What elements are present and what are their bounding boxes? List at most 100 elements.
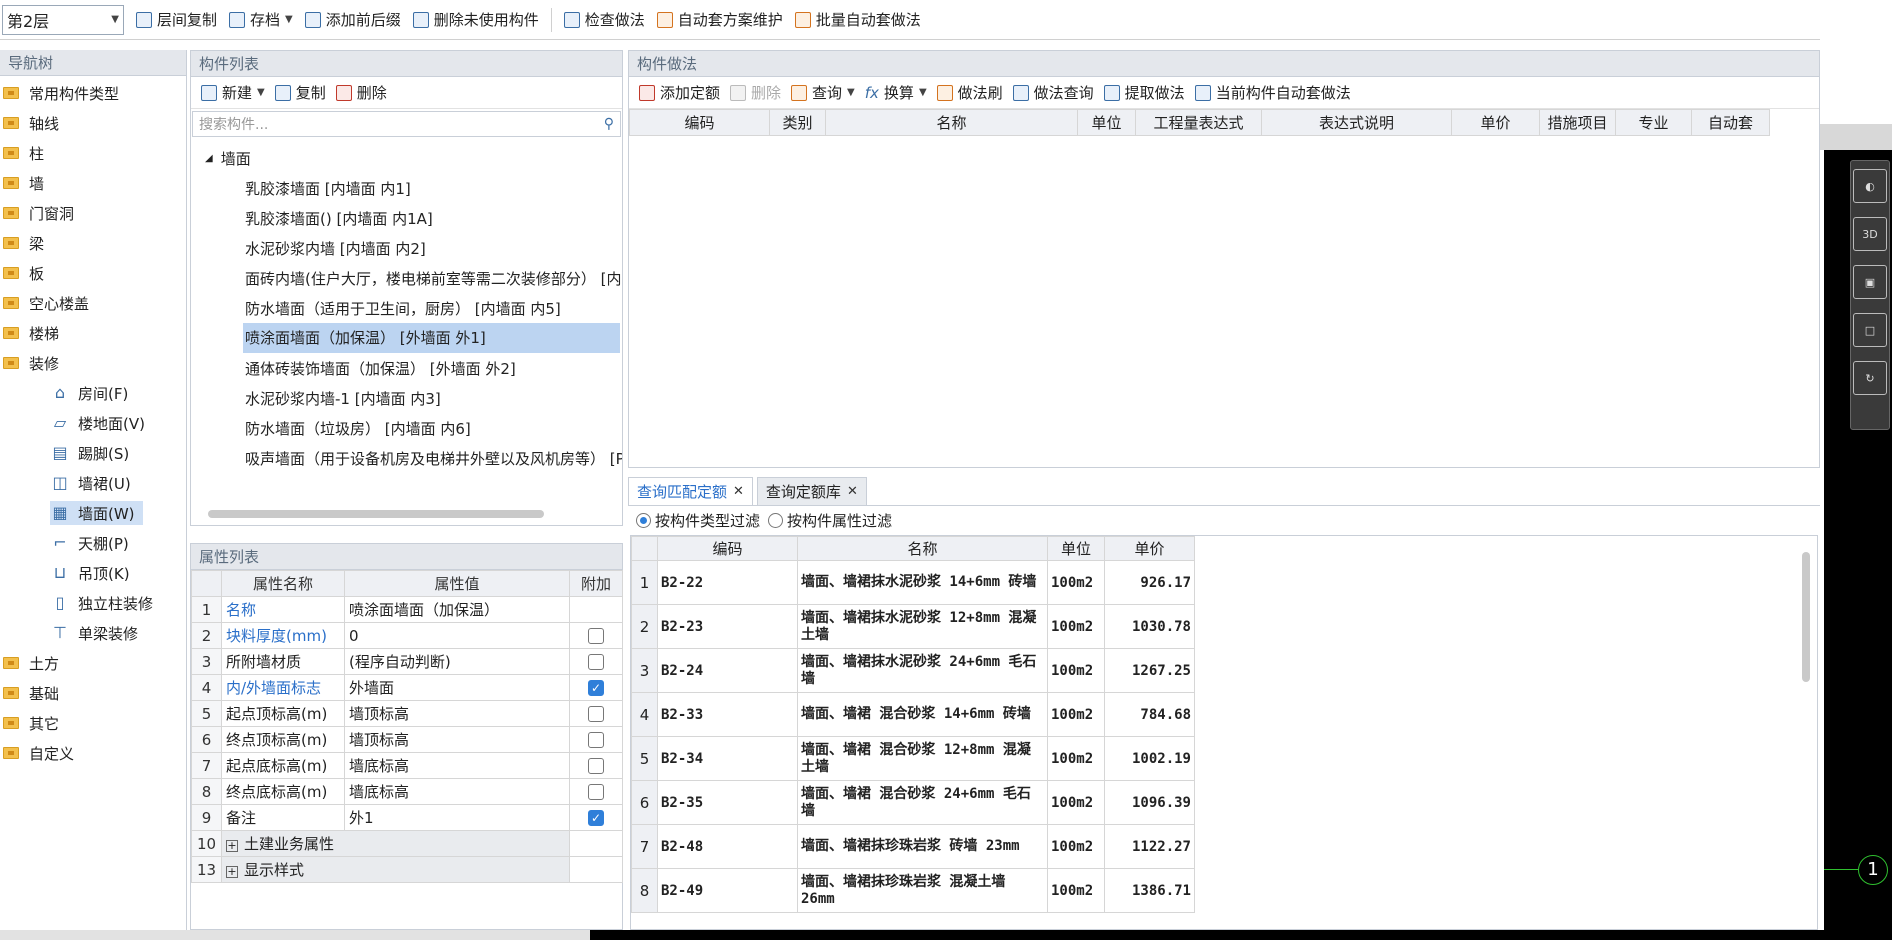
column-header-unit[interactable]: 单位 bbox=[1077, 109, 1136, 136]
tree-item-selected[interactable]: 喷涂面墙面（加保温） [外墙面 外1] bbox=[191, 323, 622, 353]
cube-view-icon[interactable]: ▣ bbox=[1853, 265, 1887, 299]
column-header-auto[interactable]: 自动套 bbox=[1691, 109, 1770, 136]
box-view-icon[interactable]: □ bbox=[1853, 313, 1887, 347]
property-row[interactable]: 9 备注 外1 ✓ bbox=[191, 804, 623, 831]
property-value[interactable]: 墙顶标高 bbox=[344, 726, 570, 753]
nav-item-column-decoration[interactable]: ▯ 独立柱装修 bbox=[0, 588, 186, 618]
column-header-specialty[interactable]: 专业 bbox=[1615, 109, 1692, 136]
query-button[interactable]: 查询 ▼ bbox=[791, 82, 855, 103]
property-value[interactable]: 墙顶标高 bbox=[344, 700, 570, 727]
collapse-icon[interactable]: ◢ bbox=[205, 153, 213, 164]
tab-match-quota[interactable]: 查询匹配定额 ✕ bbox=[628, 477, 753, 505]
nav-item-slab[interactable]: 板 bbox=[0, 258, 186, 288]
column-header-code[interactable]: 编码 bbox=[657, 536, 798, 561]
property-value[interactable]: 外1 bbox=[344, 804, 570, 831]
property-row[interactable]: 1 名称 喷涂面墙面（加保温） bbox=[191, 596, 623, 623]
property-row[interactable]: 4 内/外墙面标志 外墙面 ✓ bbox=[191, 674, 623, 701]
nav-item-column[interactable]: 柱 bbox=[0, 138, 186, 168]
table-row[interactable]: 3 B2-24 墙面、墙裙抹水泥砂浆 24+6mm 毛石墙 100m2 1267.25 bbox=[631, 648, 1195, 693]
copy-button[interactable]: 复制 bbox=[274, 82, 326, 103]
filter-by-type-label[interactable]: 按构件类型过滤 bbox=[655, 510, 760, 531]
nav-item-wall-surface[interactable]: ▦ 墙面(W) bbox=[0, 498, 186, 528]
close-icon[interactable]: ✕ bbox=[847, 478, 858, 506]
table-row[interactable]: 6 B2-35 墙面、墙裙 混合砂浆 24+6mm 毛石墙 100m2 1096.39 bbox=[631, 780, 1195, 825]
column-header-expression-desc[interactable]: 表达式说明 bbox=[1261, 109, 1452, 136]
property-group-row[interactable]: 13 + 显示样式 bbox=[191, 856, 623, 883]
nav-item-other[interactable]: 其它 bbox=[0, 708, 186, 738]
auto-apply-method-button[interactable]: 当前构件自动套做法 bbox=[1194, 82, 1351, 103]
search-icon[interactable]: ⚲ bbox=[604, 116, 614, 132]
nav-item-axis[interactable]: 轴线 bbox=[0, 108, 186, 138]
column-header-unit[interactable]: 单位 bbox=[1047, 536, 1105, 561]
extra-checkbox[interactable] bbox=[588, 732, 604, 748]
column-header-code[interactable]: 编码 bbox=[629, 109, 770, 136]
property-value[interactable]: 墙底标高 bbox=[344, 778, 570, 805]
column-header-price[interactable]: 单价 bbox=[1451, 109, 1540, 136]
column-header-name[interactable]: 名称 bbox=[797, 536, 1048, 561]
property-group-row[interactable]: 10 + 土建业务属性 bbox=[191, 830, 623, 857]
table-row[interactable]: 8 B2-49 墙面、墙裙抹珍珠岩浆 混凝土墙 26mm 100m2 1386.71 bbox=[631, 868, 1195, 913]
extra-checkbox-checked[interactable]: ✓ bbox=[588, 680, 604, 696]
nav-item-floor-surface[interactable]: ▱ 楼地面(V) bbox=[0, 408, 186, 438]
filter-by-property-radio[interactable] bbox=[768, 512, 784, 528]
extra-checkbox-checked[interactable]: ✓ bbox=[588, 810, 604, 826]
tree-item[interactable]: 水泥砂浆内墙 [内墙面 内2] bbox=[191, 233, 622, 263]
delete-button[interactable]: 删除 bbox=[335, 82, 387, 103]
property-row[interactable]: 6 终点顶标高(m) 墙顶标高 bbox=[191, 726, 623, 753]
tree-item[interactable]: 防水墙面（适用于卫生间，厨房） [内墙面 内5] bbox=[191, 293, 622, 323]
nav-item-beam-decoration[interactable]: ⊤ 单梁装修 bbox=[0, 618, 186, 648]
nav-item-foundation[interactable]: 基础 bbox=[0, 678, 186, 708]
component-search-input[interactable]: 搜索构件... ⚲ bbox=[192, 111, 621, 137]
extra-checkbox[interactable] bbox=[588, 758, 604, 774]
delete-unused-button[interactable]: 删除未使用构件 bbox=[412, 9, 539, 30]
property-value[interactable]: 外墙面 bbox=[344, 674, 570, 701]
close-icon[interactable]: ✕ bbox=[733, 478, 744, 506]
method-query-button[interactable]: 做法查询 bbox=[1012, 82, 1094, 103]
column-header-measure[interactable]: 措施项目 bbox=[1539, 109, 1616, 136]
nav-item-earthwork[interactable]: 土方 bbox=[0, 648, 186, 678]
tree-item[interactable]: 面砖内墙(住户大厅，楼电梯前室等需二次装修部分） [内 bbox=[191, 263, 622, 293]
archive-button[interactable]: 存档 ▼ bbox=[229, 9, 293, 30]
new-button[interactable]: 新建 ▼ bbox=[201, 82, 265, 103]
tree-item[interactable]: 乳胶漆墙面() [内墙面 内1A] bbox=[191, 203, 622, 233]
expand-icon[interactable]: + bbox=[226, 866, 238, 878]
expand-icon[interactable]: + bbox=[226, 840, 238, 852]
nav-item-dado[interactable]: ◫ 墙裙(U) bbox=[0, 468, 186, 498]
auto-scheme-button[interactable]: 自动套方案维护 bbox=[656, 9, 783, 30]
nav-item-beam[interactable]: 梁 bbox=[0, 228, 186, 258]
copy-between-floors-button[interactable]: 层间复制 bbox=[136, 9, 217, 30]
table-row[interactable]: 7 B2-48 墙面、墙裙抹珍珠岩浆 砖墙 23mm 100m2 1122.27 bbox=[631, 824, 1195, 869]
table-row[interactable]: 2 B2-23 墙面、墙裙抹水泥砂浆 12+8mm 混凝土墙 100m2 1030.78 bbox=[631, 604, 1195, 649]
tree-item[interactable]: 乳胶漆墙面 [内墙面 内1] bbox=[191, 173, 622, 203]
orbit-icon[interactable]: ◐ bbox=[1853, 169, 1887, 203]
filter-by-property-label[interactable]: 按构件属性过滤 bbox=[787, 510, 892, 531]
nav-item-hollow-floor[interactable]: 空心楼盖 bbox=[0, 288, 186, 318]
floor-select[interactable]: 第2层 ▼ bbox=[2, 4, 124, 35]
nav-item-suspended-ceiling[interactable]: ⊔ 吊顶(K) bbox=[0, 558, 186, 588]
add-quota-button[interactable]: 添加定额 bbox=[639, 82, 720, 103]
extra-checkbox[interactable] bbox=[588, 654, 604, 670]
extract-method-button[interactable]: 提取做法 bbox=[1103, 82, 1185, 103]
horizontal-scrollbar[interactable] bbox=[208, 510, 544, 518]
tree-item[interactable]: 防水墙面（垃圾房） [内墙面 内6] bbox=[191, 413, 622, 443]
method-delete-button[interactable]: 删除 bbox=[730, 82, 781, 103]
tree-item[interactable]: 通体砖装饰墙面（加保温） [外墙面 外2] bbox=[191, 353, 622, 383]
property-row[interactable]: 3 所附墙材质 (程序自动判断) bbox=[191, 648, 623, 675]
table-row[interactable]: 4 B2-33 墙面、墙裙 混合砂浆 14+6mm 砖墙 100m2 784.68 bbox=[631, 692, 1195, 737]
nav-item-ceiling[interactable]: ⌐ 天棚(P) bbox=[0, 528, 186, 558]
extra-checkbox[interactable] bbox=[588, 706, 604, 722]
table-row[interactable]: 5 B2-34 墙面、墙裙 混合砂浆 12+8mm 混凝土墙 100m2 1002.19 bbox=[631, 736, 1195, 781]
tree-item[interactable]: 水泥砂浆内墙-1 [内墙面 内3] bbox=[191, 383, 622, 413]
column-header-name[interactable]: 名称 bbox=[825, 109, 1078, 136]
tree-item[interactable]: 吸声墙面（用于设备机房及电梯井外壁以及风机房等） [P bbox=[191, 443, 622, 473]
view-3d-icon[interactable]: 3D bbox=[1853, 217, 1887, 251]
batch-auto-method-button[interactable]: 批量自动套做法 bbox=[794, 9, 921, 30]
property-row[interactable]: 8 终点底标高(m) 墙底标高 bbox=[191, 778, 623, 805]
tab-quota-library[interactable]: 查询定额库 ✕ bbox=[756, 477, 867, 506]
method-brush-button[interactable]: 做法刷 bbox=[936, 82, 1003, 103]
extra-checkbox[interactable] bbox=[588, 628, 604, 644]
property-row[interactable]: 7 起点底标高(m) 墙底标高 bbox=[191, 752, 623, 779]
property-row[interactable]: 2 块料厚度(mm) 0 bbox=[191, 622, 623, 649]
column-header-expression[interactable]: 工程量表达式 bbox=[1135, 109, 1262, 136]
property-value[interactable]: 喷涂面墙面（加保温） bbox=[344, 596, 570, 623]
